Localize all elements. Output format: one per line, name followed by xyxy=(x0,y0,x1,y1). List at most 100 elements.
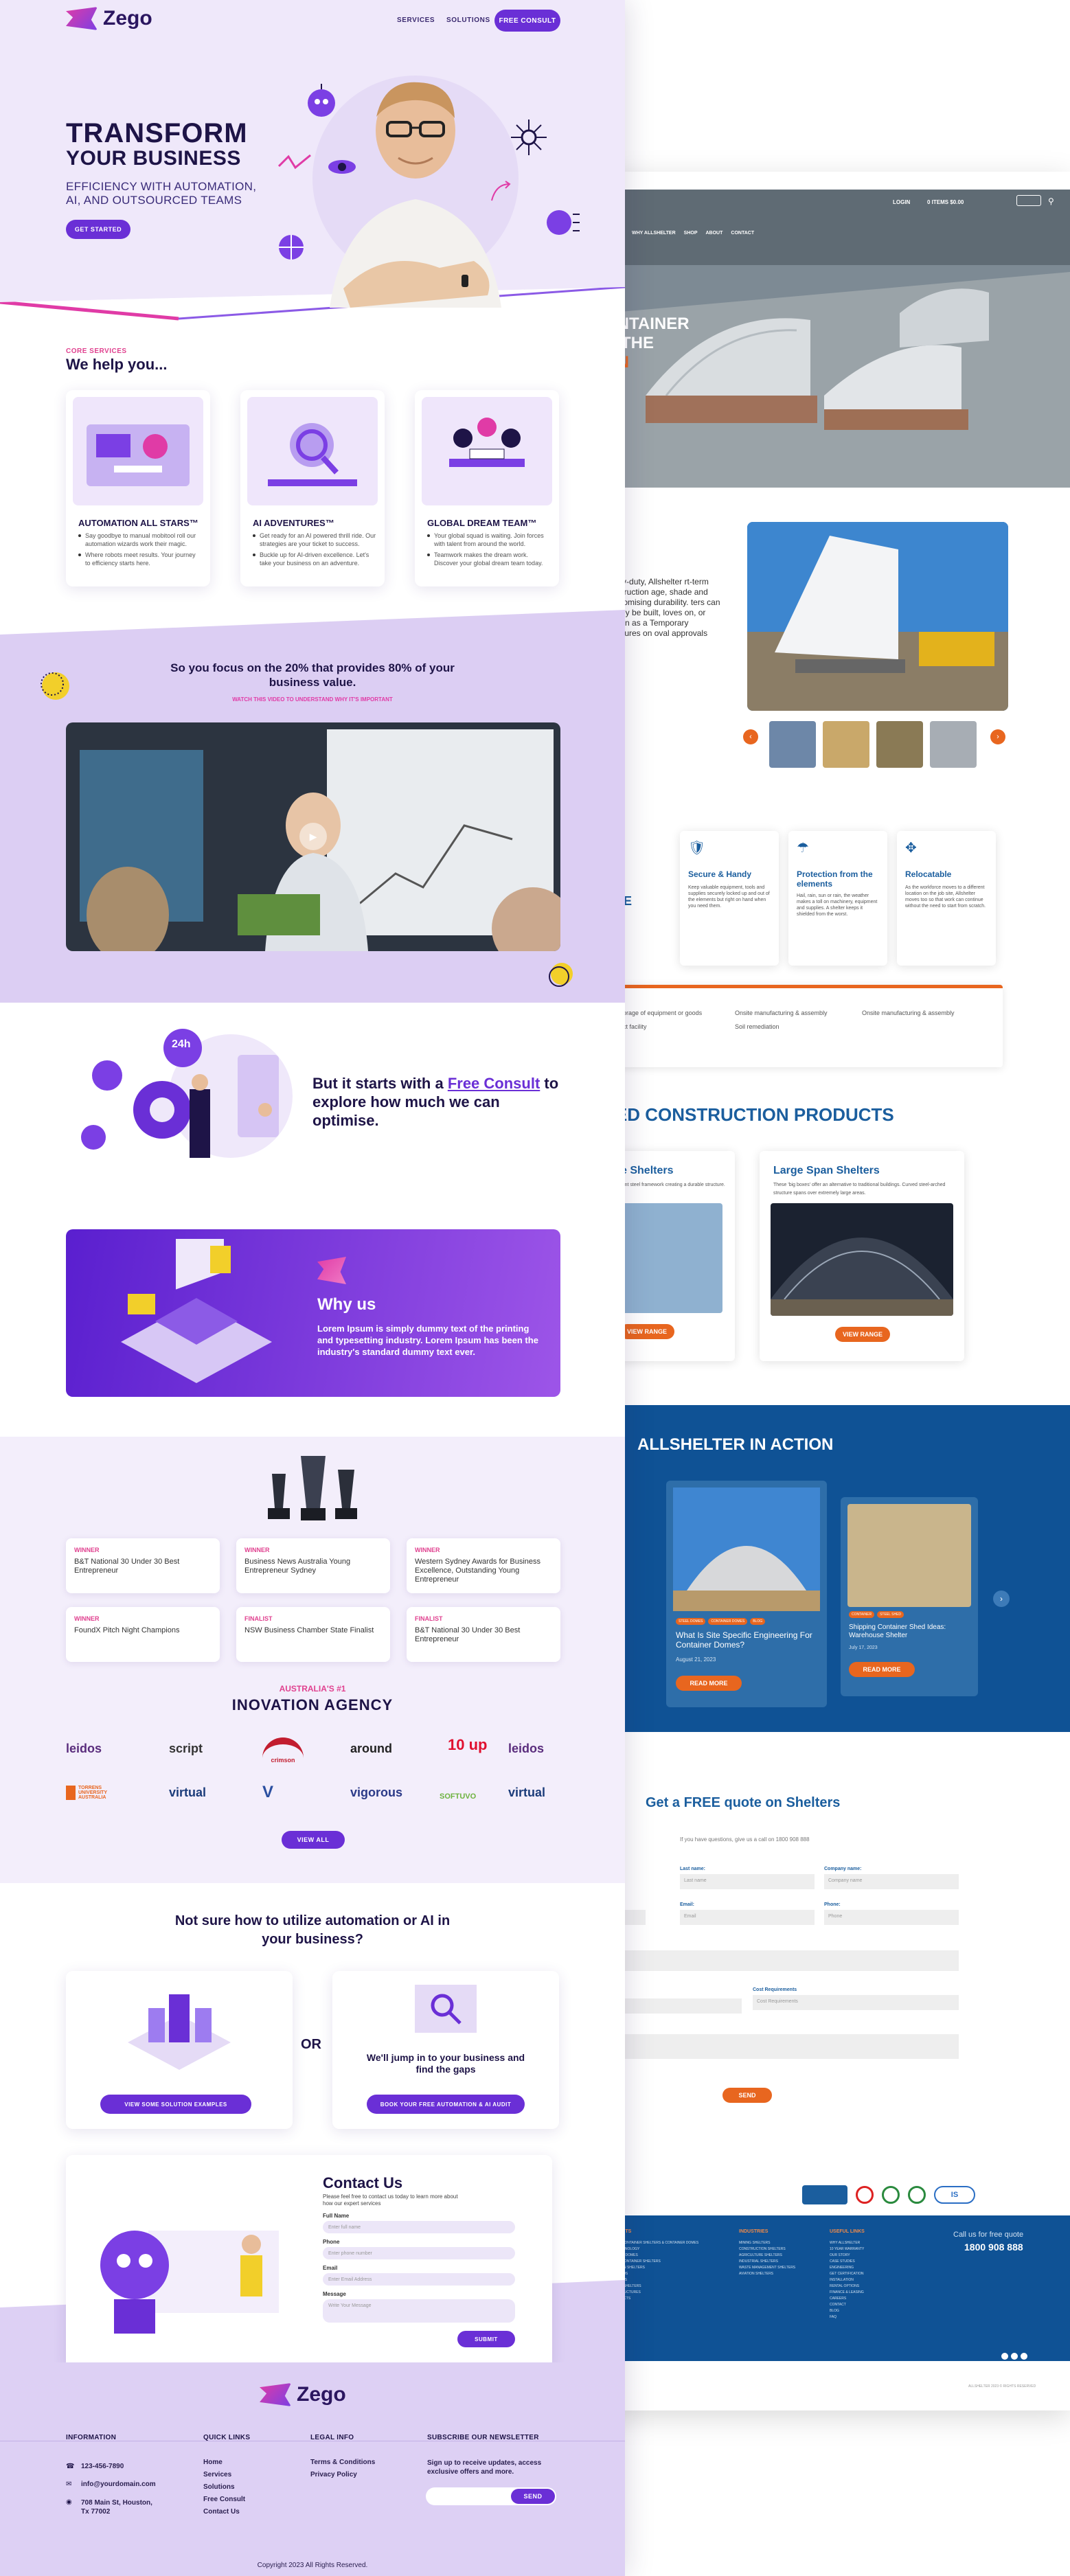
use-item: Onsite manufacturing & assembly xyxy=(735,1010,828,1016)
gallery-thumb[interactable] xyxy=(876,721,923,768)
email-input[interactable]: Email xyxy=(680,1910,815,1925)
footer-link[interactable]: 10 YEAR WARRANTY xyxy=(830,2246,912,2253)
book-audit-button[interactable]: BOOK YOUR FREE AUTOMATION & AI AUDIT xyxy=(367,2095,525,2114)
menu-why[interactable]: WHY ALLSHELTER xyxy=(632,231,676,236)
zego-page: Zego SERVICES SOLUTIONS FREE CONSULT TRA… xyxy=(0,0,625,2576)
login-link[interactable]: LOGIN xyxy=(893,199,910,205)
footer-email[interactable]: info@yourdomain.com xyxy=(81,2481,156,2488)
footer-link[interactable]: RENTAL OPTIONS xyxy=(830,2283,912,2290)
get-started-button[interactable]: GET STARTED xyxy=(66,220,130,239)
footer-link[interactable]: OUR STORY xyxy=(830,2253,912,2259)
submit-button[interactable]: SUBMIT xyxy=(457,2331,515,2347)
footer-link[interactable]: INDUSTRIAL SHELTERS xyxy=(739,2259,821,2265)
full-name-input[interactable]: Enter full name xyxy=(323,2221,515,2233)
footer-link[interactable]: WHY ALLSHELTER xyxy=(830,2240,912,2246)
post-tag[interactable]: STEEL DOMES xyxy=(676,1618,706,1625)
globe-icon xyxy=(279,235,304,260)
view-range-button[interactable]: VIEW RANGE xyxy=(835,1327,890,1342)
brand-logo[interactable]: Zego xyxy=(66,7,152,30)
top-nav: Zego SERVICES SOLUTIONS FREE CONSULT xyxy=(0,0,625,41)
shelter-construction-photo xyxy=(747,522,1008,711)
footer-link[interactable]: FAQ xyxy=(830,2314,912,2321)
footer-col-title: USEFUL LINKS xyxy=(830,2229,865,2234)
footer-link-terms[interactable]: Terms & Conditions xyxy=(310,2459,375,2466)
gallery-thumb[interactable] xyxy=(769,721,816,768)
quote-select[interactable] xyxy=(604,1998,742,2014)
focus-title: So you focus on the 20% that provides 80… xyxy=(170,661,455,689)
award-text: NSW Business Chamber State Finalist xyxy=(244,1626,374,1634)
read-more-button[interactable]: READ MORE xyxy=(849,1662,915,1677)
footer-logo[interactable]: Zego xyxy=(260,2383,346,2406)
gallery-thumb[interactable] xyxy=(930,721,977,768)
allshelter-page: LOGIN 0 ITEMS $0.00 ⚲ WHY ALLSHELTER SHO… xyxy=(604,172,1070,2410)
view-solutions-button[interactable]: VIEW SOME SOLUTION EXAMPLES xyxy=(100,2095,251,2114)
footer-link-services[interactable]: Services xyxy=(203,2471,231,2478)
post-title[interactable]: Shipping Container Shed Ideas: Warehouse… xyxy=(849,1623,970,1640)
gallery-next-button[interactable]: › xyxy=(990,729,1005,744)
company-input[interactable]: Company name xyxy=(824,1874,959,1889)
play-icon[interactable]: ▶ xyxy=(299,823,327,850)
view-all-button[interactable]: VIEW ALL xyxy=(282,1831,345,1849)
post-tag[interactable]: CONTAINER DOMES xyxy=(708,1618,748,1625)
facebook-icon[interactable] xyxy=(1001,2353,1008,2360)
video-player[interactable]: ▶ xyxy=(66,722,560,951)
footer-link[interactable]: CONTACT xyxy=(830,2302,912,2308)
quote-textarea[interactable] xyxy=(604,1950,959,1971)
footer-link[interactable]: FINANCE & LEASING xyxy=(830,2290,912,2296)
read-more-button[interactable]: READ MORE xyxy=(676,1676,742,1691)
post-title[interactable]: What Is Site Specific Engineering For Co… xyxy=(676,1630,817,1650)
footer-link-solutions[interactable]: Solutions xyxy=(203,2483,235,2491)
flag-selector[interactable] xyxy=(1016,195,1041,206)
footer-phone[interactable]: 1800 908 888 xyxy=(964,2242,1023,2253)
footer-phone[interactable]: 123-456-7890 xyxy=(81,2463,124,2470)
cart-link[interactable]: 0 ITEMS $0.00 xyxy=(927,199,964,205)
footer-link[interactable]: CASE STUDIES xyxy=(830,2259,912,2265)
nav-solutions[interactable]: SOLUTIONS xyxy=(446,16,490,24)
footer-link[interactable]: INSTALLATION xyxy=(830,2277,912,2283)
last-name-input[interactable]: Last name xyxy=(680,1874,815,1889)
instagram-icon[interactable] xyxy=(1011,2353,1018,2360)
server-illustration xyxy=(128,1994,231,2070)
menu-contact[interactable]: CONTACT xyxy=(731,231,754,236)
footer-link[interactable]: CAREERS xyxy=(830,2296,912,2302)
quote-message-textarea[interactable] xyxy=(604,2034,959,2059)
footer-link-contact[interactable]: Contact Us xyxy=(203,2508,240,2516)
phone-input[interactable]: Enter phone number xyxy=(323,2247,515,2259)
footer-link[interactable]: GET CERTIFICATION xyxy=(830,2271,912,2277)
award-kicker: WINNER xyxy=(415,1547,440,1553)
gallery-prev-button[interactable]: ‹ xyxy=(743,729,758,744)
cost-input[interactable]: Cost Requirements xyxy=(753,1995,959,2010)
footer-link-free-consult[interactable]: Free Consult xyxy=(203,2496,245,2503)
team-illustration xyxy=(422,397,552,505)
message-textarea[interactable]: Write Your Message xyxy=(323,2299,515,2323)
post-tag[interactable]: CONTAINER xyxy=(849,1611,875,1618)
post-tag[interactable]: BLOG xyxy=(750,1618,766,1625)
footer-link-privacy[interactable]: Privacy Policy xyxy=(310,2471,357,2478)
field-label: Message xyxy=(323,2291,346,2297)
send-button[interactable]: SEND xyxy=(511,2489,555,2504)
footer-link[interactable]: AVIATION SHELTERS xyxy=(739,2271,821,2277)
footer-link[interactable]: MINING SHELTERS xyxy=(739,2240,821,2246)
nav-services[interactable]: SERVICES xyxy=(397,16,435,24)
footer-link[interactable]: WASTE MANAGEMENT SHELTERS xyxy=(739,2265,821,2271)
footer-link[interactable]: AGRICULTURE SHELTERS xyxy=(739,2253,821,2259)
view-range-button[interactable]: VIEW RANGE xyxy=(619,1324,674,1339)
footer-link[interactable]: BLOG xyxy=(830,2308,912,2314)
search-icon[interactable]: ⚲ xyxy=(1048,196,1054,206)
footer-link[interactable]: CONSTRUCTION SHELTERS xyxy=(739,2246,821,2253)
carousel-next-button[interactable]: › xyxy=(993,1591,1010,1607)
free-consult-link[interactable]: Free Consult xyxy=(448,1075,540,1092)
phone-input[interactable]: Phone xyxy=(824,1910,959,1925)
footer-link-home[interactable]: Home xyxy=(203,2459,223,2466)
audit-illustration xyxy=(415,1985,477,2033)
free-consult-button[interactable]: FREE CONSULT xyxy=(494,10,560,32)
allshelter-menu: WHY ALLSHELTER SHOP ABOUT CONTACT xyxy=(604,231,754,236)
post-tag[interactable]: STEEL SHED xyxy=(877,1611,904,1618)
footer-link[interactable]: ENGINEERING xyxy=(830,2265,912,2271)
menu-shop[interactable]: SHOP xyxy=(684,231,698,236)
email-input[interactable]: Enter Email Address xyxy=(323,2273,515,2286)
quote-send-button[interactable]: SEND xyxy=(722,2088,772,2103)
gallery-thumb[interactable] xyxy=(823,721,869,768)
linkedin-icon[interactable] xyxy=(1021,2353,1027,2360)
menu-about[interactable]: ABOUT xyxy=(706,231,723,236)
